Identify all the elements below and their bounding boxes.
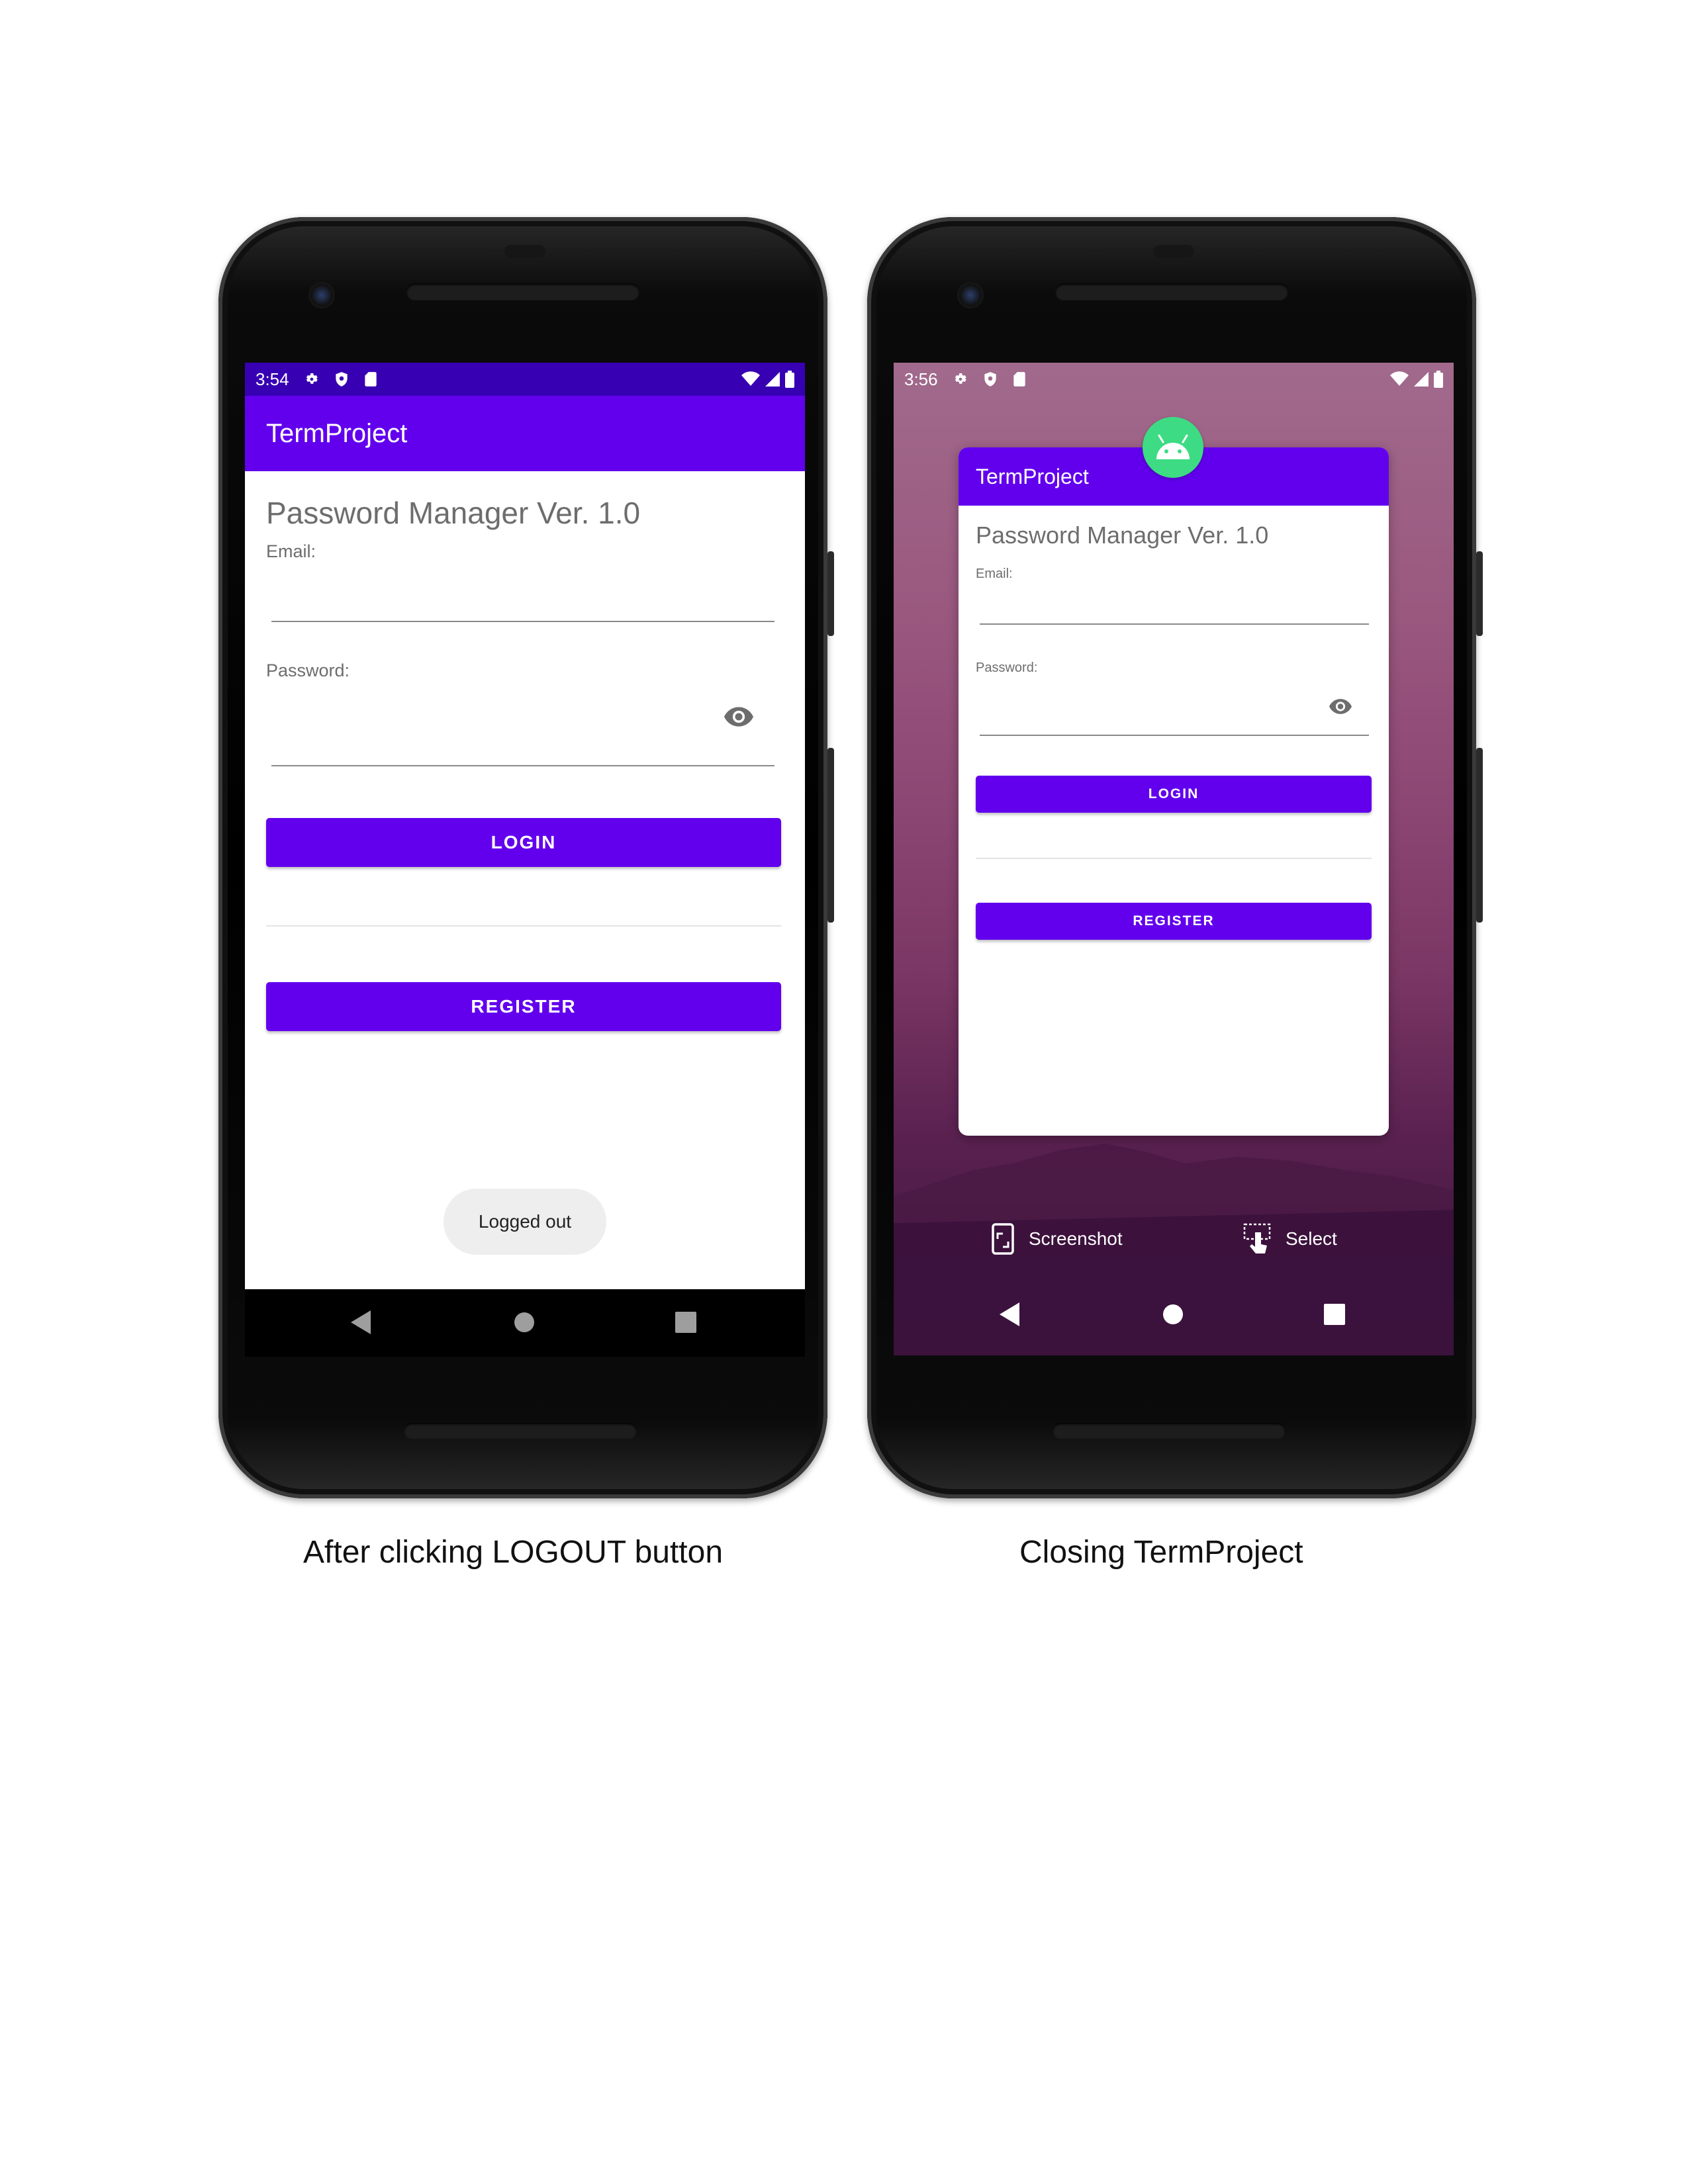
bottom-speaker bbox=[1053, 1423, 1286, 1439]
select-label: Select bbox=[1286, 1228, 1337, 1249]
battery-icon bbox=[1434, 371, 1443, 388]
password-label: Password: bbox=[976, 660, 1038, 675]
login-button[interactable]: LOGIN bbox=[266, 818, 781, 867]
wifi-icon bbox=[741, 371, 760, 386]
email-field[interactable] bbox=[271, 561, 774, 621]
sensor bbox=[1153, 245, 1194, 258]
power-button bbox=[827, 551, 834, 636]
screenshot-action[interactable]: Screenshot bbox=[992, 1223, 1123, 1255]
phone-left: 3:54 TermProject Password Manager Ver. 1… bbox=[218, 217, 834, 1498]
earpiece-speaker bbox=[1055, 283, 1288, 300]
wifi-icon bbox=[1390, 371, 1409, 386]
email-underline bbox=[980, 623, 1369, 625]
page-title: Password Manager Ver. 1.0 bbox=[976, 522, 1269, 549]
shield-icon bbox=[335, 372, 348, 387]
screen-left: 3:54 TermProject Password Manager Ver. 1… bbox=[245, 363, 805, 1289]
app-icon[interactable] bbox=[1143, 417, 1203, 478]
divider bbox=[976, 858, 1372, 859]
home-icon[interactable] bbox=[1162, 1304, 1184, 1325]
shield-icon bbox=[984, 372, 996, 387]
select-icon bbox=[1243, 1223, 1271, 1253]
power-button bbox=[1476, 551, 1483, 636]
toast-message: Logged out bbox=[444, 1189, 606, 1255]
divider bbox=[266, 925, 781, 927]
front-camera bbox=[957, 282, 984, 308]
password-label: Password: bbox=[266, 660, 350, 680]
eye-icon bbox=[1329, 699, 1352, 714]
caption-right: Closing TermProject bbox=[1019, 1535, 1303, 1570]
phone-right: 3:56 TermProject Password Manager Ver. 1… bbox=[867, 217, 1483, 1498]
bottom-speaker bbox=[404, 1423, 637, 1439]
password-underline bbox=[271, 765, 774, 766]
sensor bbox=[504, 245, 545, 258]
navigation-bar bbox=[245, 1289, 805, 1357]
login-screen: 3:54 TermProject Password Manager Ver. 1… bbox=[245, 363, 805, 1289]
login-button: LOGIN bbox=[976, 776, 1372, 813]
android-icon bbox=[1156, 434, 1190, 459]
status-bar: 3:54 bbox=[245, 363, 805, 396]
recents-icon[interactable] bbox=[1324, 1304, 1345, 1325]
app-toolbar: TermProject bbox=[245, 396, 805, 471]
earpiece-speaker bbox=[406, 283, 639, 300]
back-icon[interactable] bbox=[1000, 1302, 1019, 1326]
home-icon[interactable] bbox=[514, 1312, 535, 1333]
status-time: 3:56 bbox=[904, 369, 938, 389]
password-field[interactable] bbox=[271, 680, 722, 765]
signal-icon bbox=[1414, 372, 1429, 387]
sd-card-icon bbox=[364, 372, 377, 387]
settings-icon bbox=[306, 373, 318, 384]
sd-card-icon bbox=[1013, 372, 1025, 387]
email-label: Email: bbox=[976, 567, 1013, 581]
select-action[interactable]: Select bbox=[1243, 1223, 1337, 1255]
caption-left: After clicking LOGOUT button bbox=[303, 1535, 724, 1570]
email-underline bbox=[271, 621, 774, 622]
register-button: REGISTER bbox=[976, 903, 1372, 940]
password-underline bbox=[980, 735, 1369, 736]
signal-icon bbox=[765, 372, 780, 387]
app-preview-card[interactable]: TermProject Password Manager Ver. 1.0 Em… bbox=[959, 447, 1389, 1136]
screen-right: 3:56 TermProject Password Manager Ver. 1… bbox=[894, 363, 1454, 1355]
status-bar: 3:56 bbox=[894, 363, 1454, 396]
recents-overview: 3:56 TermProject Password Manager Ver. 1… bbox=[894, 363, 1454, 1355]
settings-icon bbox=[955, 373, 966, 384]
status-time: 3:54 bbox=[256, 369, 289, 389]
email-label: Email: bbox=[266, 541, 316, 561]
screenshot-icon bbox=[992, 1223, 1014, 1255]
app-title: TermProject bbox=[266, 418, 408, 448]
eye-icon[interactable] bbox=[724, 707, 753, 727]
volume-button bbox=[827, 748, 834, 923]
page-title: Password Manager Ver. 1.0 bbox=[266, 496, 641, 530]
volume-button bbox=[1476, 748, 1483, 923]
app-title: TermProject bbox=[976, 464, 1089, 488]
battery-icon bbox=[785, 371, 794, 388]
back-icon[interactable] bbox=[351, 1310, 371, 1334]
register-button[interactable]: REGISTER bbox=[266, 982, 781, 1031]
front-camera bbox=[308, 282, 335, 308]
recents-icon[interactable] bbox=[675, 1312, 696, 1333]
screenshot-label: Screenshot bbox=[1029, 1228, 1123, 1249]
